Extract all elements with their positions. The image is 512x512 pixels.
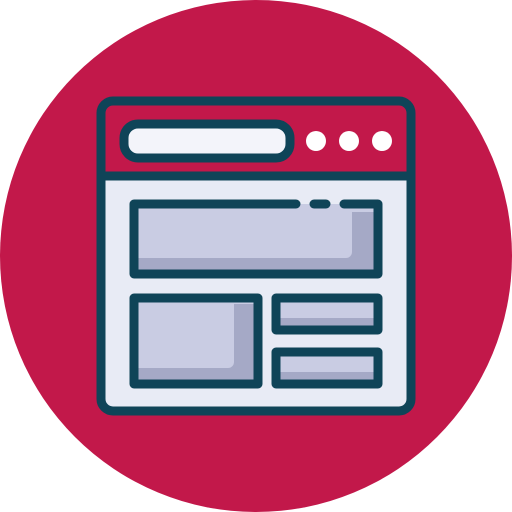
address-bar [119,119,295,163]
window-dot-3 [372,131,392,151]
window-dot-2 [339,131,359,151]
browser-window-layout-icon [0,0,512,512]
window-dot-1 [306,131,326,151]
text-block-1-shadow [280,318,374,326]
text-block-2-shadow [280,372,374,380]
icon-graphic [0,0,512,512]
